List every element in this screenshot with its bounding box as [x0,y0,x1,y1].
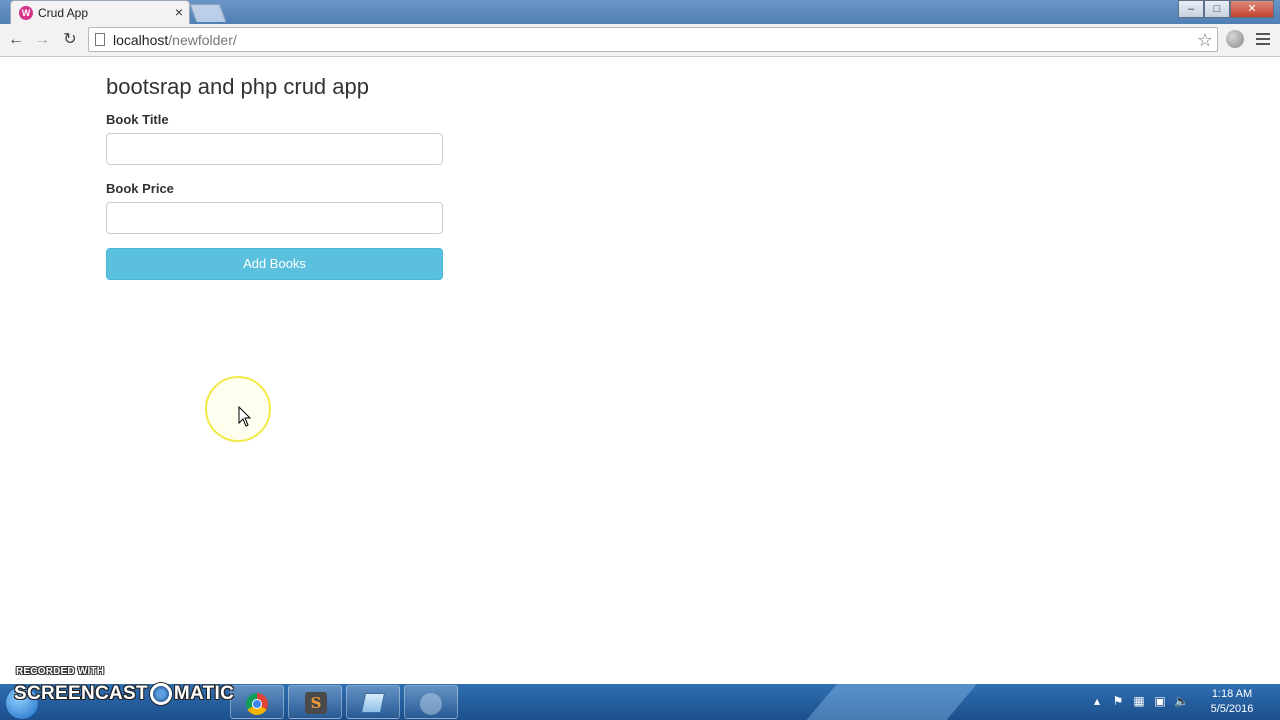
tab-title: Crud App [38,6,89,20]
site-favicon-icon: W [19,6,33,20]
app-icon [420,693,442,715]
show-hidden-icons-icon[interactable]: ▴ [1090,694,1104,708]
browser-toolbar: ← → ↻ localhost/newfolder/ ☆ [0,24,1280,57]
system-tray: ▴ ⚑ ▦ ▣ 🔈 [1090,694,1189,708]
url-path: /newfolder/ [168,32,237,48]
page-title: bootsrap and php crud app [106,74,369,99]
taskbar-app-button[interactable] [404,685,458,719]
address-bar[interactable]: localhost/newfolder/ ☆ [88,27,1218,52]
browser-tab-active[interactable]: W Crud App × [10,0,190,24]
mouse-cursor-icon [238,406,252,427]
window-titlebar: W Crud App × – □ ✕ [0,0,1280,24]
book-price-input[interactable] [106,202,443,234]
action-center-flag-icon[interactable]: ⚑ [1111,694,1125,708]
taskbar-chrome-button[interactable] [230,685,284,719]
tab-close-icon[interactable]: × [175,4,183,20]
book-price-label: Book Price [106,181,174,196]
back-arrow-icon[interactable]: ← [6,30,26,50]
book-title-label: Book Title [106,112,169,127]
browser-menu-icon[interactable] [1256,33,1270,45]
extension-icon[interactable] [1226,30,1244,48]
watermark-brand-left: SCREENCAST [14,683,148,704]
taskbar-glow [786,684,994,720]
screencast-watermark: SCREENCAST MATIC [14,683,234,705]
window-controls: – □ ✕ [1178,0,1274,18]
network-icon[interactable]: ▣ [1153,694,1167,708]
url-text[interactable]: localhost/newfolder/ [113,32,237,48]
forward-arrow-icon[interactable]: → [32,30,52,50]
add-books-button[interactable]: Add Books [106,248,443,280]
screencast-logo-icon [149,683,172,705]
clock-date: 5/5/2016 [1210,703,1254,715]
clock-time: 1:18 AM [1211,688,1253,700]
recorded-with-text: RECORDED WITH [16,666,105,677]
reload-icon[interactable]: ↻ [60,30,80,50]
url-host: localhost [113,32,169,48]
taskbar-notepad-button[interactable] [346,685,400,719]
minimize-button[interactable]: – [1178,0,1204,18]
close-window-button[interactable]: ✕ [1230,0,1274,18]
maximize-button[interactable]: □ [1204,0,1230,18]
page-icon [95,33,105,46]
bookmark-star-icon[interactable]: ☆ [1197,29,1213,51]
book-title-input[interactable] [106,133,443,165]
watermark-brand-right: MATIC [173,683,235,704]
notepad-icon [360,693,386,713]
sublime-text-icon: S [305,692,327,714]
chrome-icon [246,693,268,715]
device-icon[interactable]: ▦ [1132,694,1146,708]
taskbar-clock[interactable]: 1:18 AM 5/5/2016 [1200,687,1264,717]
taskbar-sublime-button[interactable]: S [288,685,342,719]
volume-icon[interactable]: 🔈 [1174,694,1189,708]
new-tab-button[interactable] [189,4,227,22]
